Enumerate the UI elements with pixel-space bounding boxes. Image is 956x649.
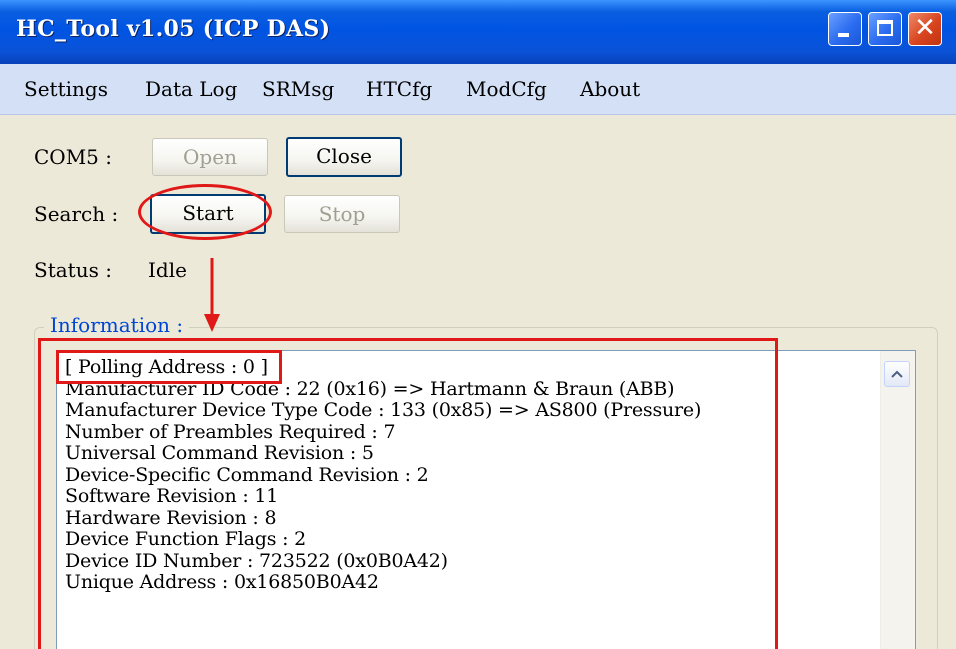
minimize-icon [838,33,849,37]
information-highlight-box [38,338,778,649]
menu-bar: Settings Data Log SRMsg HTCfg ModCfg Abo… [0,64,956,115]
open-button[interactable]: Open [152,138,268,176]
menu-modcfg[interactable]: ModCfg [466,77,547,101]
search-label: Search : [34,202,119,226]
menu-about[interactable]: About [580,77,640,101]
status-value: Idle [148,258,187,282]
start-highlight-ellipse [138,184,272,240]
polling-address-highlight-box [56,350,282,384]
scroll-up-button[interactable] [884,361,910,387]
minimize-button[interactable] [828,12,862,46]
menu-srmsg[interactable]: SRMsg [262,77,334,101]
menu-data-log[interactable]: Data Log [145,77,237,101]
chevron-up-icon [891,370,903,378]
arrow-down-icon [204,258,220,332]
com-port-label: COM5 : [34,145,112,169]
menu-htcfg[interactable]: HTCfg [366,77,432,101]
app-window: HC_Tool v1.05 (ICP DAS) ✕ Settings Data … [0,0,956,649]
vertical-scrollbar[interactable] [880,351,915,649]
title-bar[interactable]: HC_Tool v1.05 (ICP DAS) ✕ [0,0,956,64]
close-icon: ✕ [914,13,936,43]
stop-button[interactable]: Stop [284,195,400,233]
maximize-icon [877,20,893,36]
status-label: Status : [34,258,112,282]
window-title: HC_Tool v1.05 (ICP DAS) [16,16,331,42]
menu-settings[interactable]: Settings [24,77,108,101]
close-window-button[interactable]: ✕ [908,12,942,46]
information-legend: Information : [44,313,190,337]
close-button[interactable]: Close [286,137,402,177]
maximize-button[interactable] [868,12,902,46]
